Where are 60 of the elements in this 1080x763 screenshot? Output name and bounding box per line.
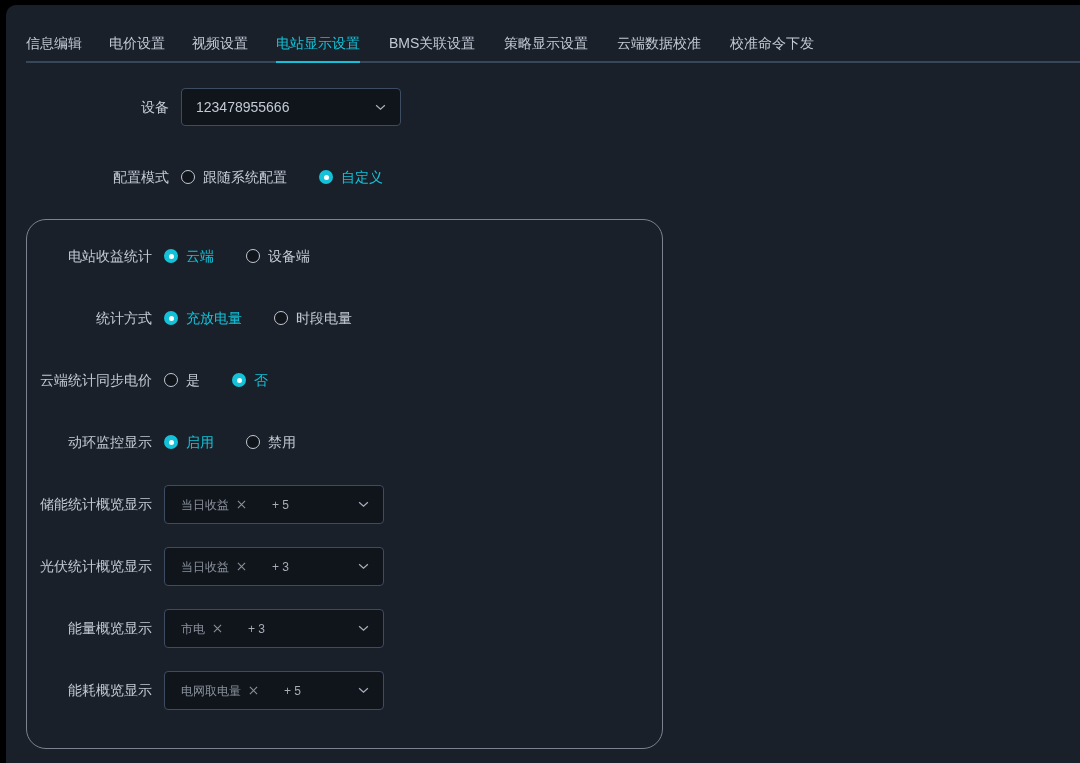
close-icon[interactable] (249, 686, 258, 695)
field-label: 光伏统计概览显示 (39, 557, 153, 576)
multi-select[interactable]: 市电 + 3 (164, 609, 384, 648)
radio-button[interactable] (164, 373, 178, 387)
field-label: 配置模式 (112, 167, 170, 187)
radio-button[interactable] (164, 249, 178, 263)
tab[interactable]: BMS关联设置 (389, 33, 476, 63)
tag: 当日收益 (181, 495, 229, 514)
tab[interactable]: 信息编辑 (26, 33, 82, 63)
chevron-down-icon (358, 501, 369, 508)
more-count: + 3 (248, 620, 265, 638)
radio-button[interactable] (164, 311, 178, 325)
chevron-down-icon (358, 563, 369, 570)
tag: 电网取电量 (181, 681, 241, 700)
radio-button[interactable] (246, 435, 260, 449)
radio-label[interactable]: 时段电量 (296, 307, 352, 329)
multi-select[interactable]: 当日收益 + 3 (164, 547, 384, 586)
radio-label[interactable]: 否 (254, 369, 268, 391)
radio-label[interactable]: 自定义 (341, 166, 383, 188)
field-label: 云端统计同步电价 (39, 370, 153, 390)
close-icon[interactable] (237, 500, 246, 509)
field-label: 统计方式 (95, 308, 153, 328)
field-label: 能耗概览显示 (67, 681, 153, 700)
chevron-down-icon (375, 103, 386, 111)
tab[interactable]: 云端数据校准 (617, 33, 702, 63)
tab[interactable]: 电站显示设置 (276, 33, 360, 63)
radio-button[interactable] (274, 311, 288, 325)
more-count: + 5 (272, 496, 289, 514)
tab[interactable]: 校准命令下发 (730, 33, 815, 63)
more-count: + 5 (284, 682, 301, 700)
multi-select[interactable]: 当日收益 + 5 (164, 485, 384, 524)
field-label: 能量概览显示 (67, 619, 153, 638)
radio-label[interactable]: 是 (186, 369, 200, 391)
field-label: 设备 (140, 97, 170, 117)
field-label: 动环监控显示 (67, 432, 153, 452)
radio-label[interactable]: 设备端 (268, 245, 310, 267)
radio-label[interactable]: 充放电量 (186, 307, 242, 329)
field-label: 电站收益统计 (67, 246, 153, 266)
tag: 市电 (181, 619, 205, 638)
radio-button[interactable] (164, 435, 178, 449)
radio-label[interactable]: 云端 (186, 245, 214, 267)
more-count: + 3 (272, 558, 289, 576)
close-icon[interactable] (237, 562, 246, 571)
close-icon[interactable] (213, 624, 222, 633)
device-select[interactable]: 123478955666 (181, 88, 401, 126)
tab[interactable]: 视频设置 (192, 33, 248, 63)
radio-label[interactable]: 禁用 (268, 431, 296, 453)
tab[interactable]: 策略显示设置 (504, 33, 589, 63)
radio-button[interactable] (181, 170, 195, 184)
multi-select[interactable]: 电网取电量 + 5 (164, 671, 384, 710)
radio-label[interactable]: 启用 (186, 431, 214, 453)
radio-button[interactable] (319, 170, 333, 184)
tab[interactable]: 电价设置 (109, 33, 165, 63)
chevron-down-icon (358, 625, 369, 632)
radio-button[interactable] (246, 249, 260, 263)
chevron-down-icon (358, 687, 369, 694)
field-label: 储能统计概览显示 (39, 495, 153, 514)
radio-button[interactable] (232, 373, 246, 387)
radio-label[interactable]: 跟随系统配置 (203, 166, 287, 188)
tag: 当日收益 (181, 557, 229, 576)
